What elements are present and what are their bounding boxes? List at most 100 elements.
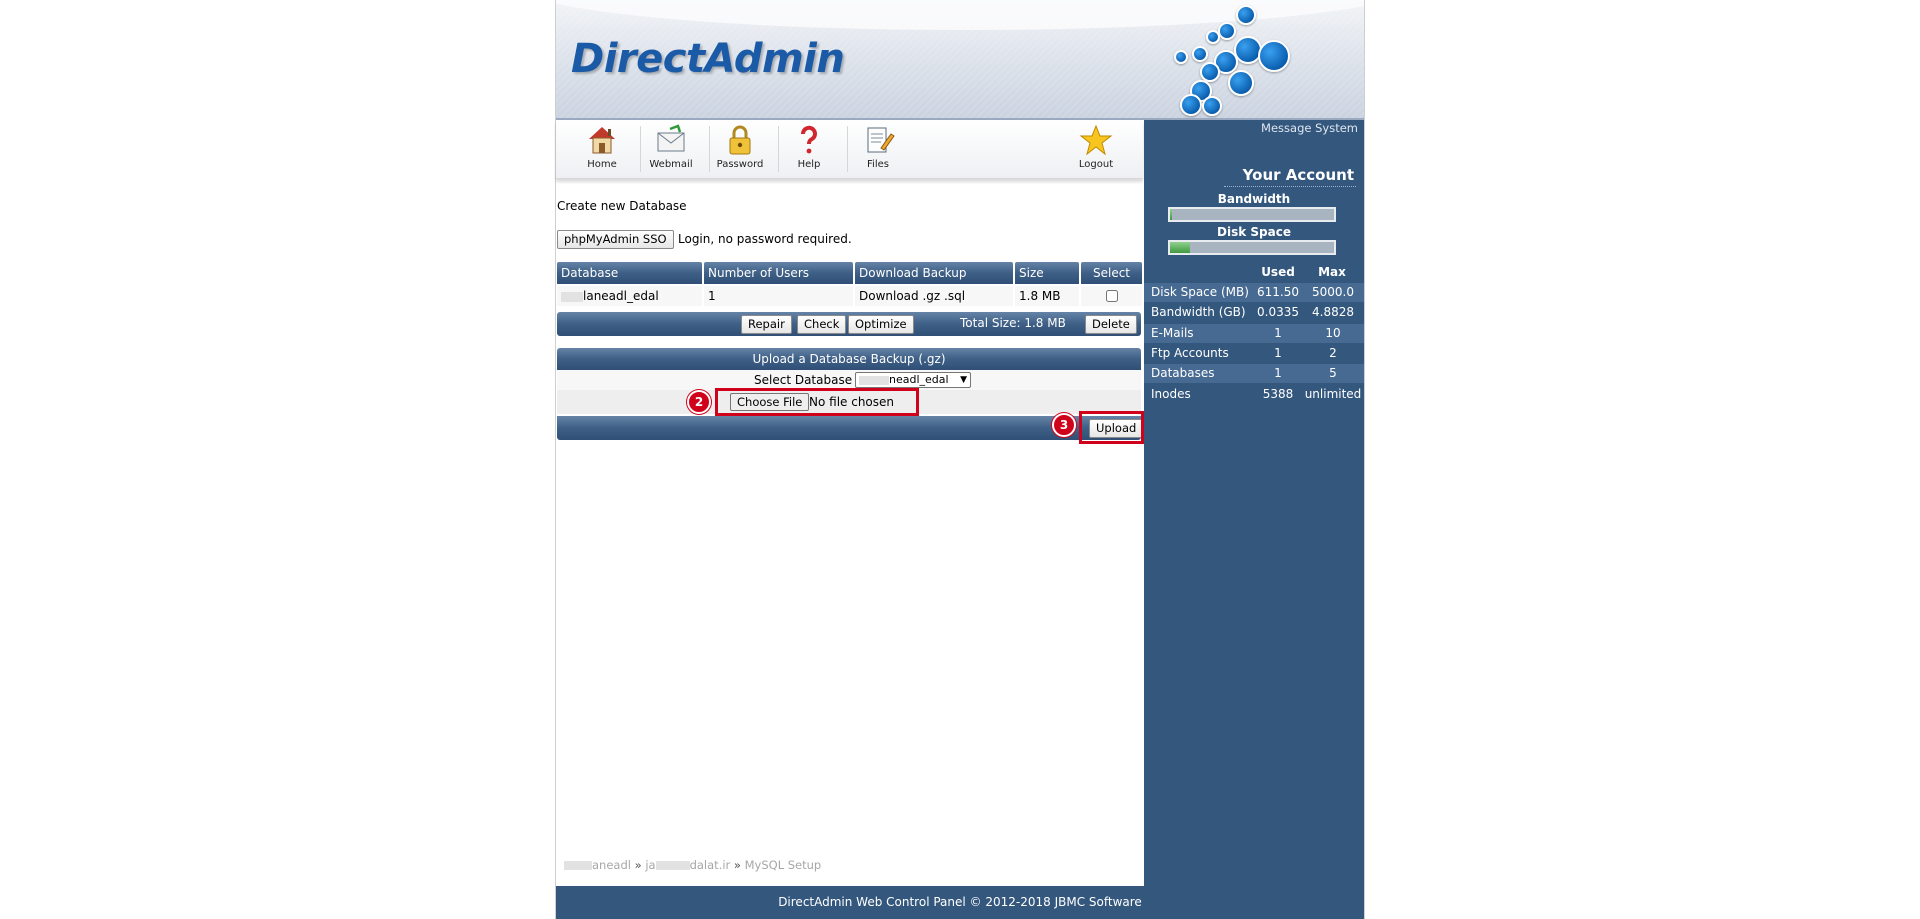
toolbar-webmail-label: Webmail [649, 159, 693, 170]
toolbar-password-label: Password [716, 159, 764, 170]
col-header-download: Download Backup [855, 262, 1013, 284]
toolbar-logout[interactable]: Logout [1062, 124, 1130, 176]
disk-space-label: Disk Space [1217, 225, 1291, 239]
stat-used: 611.50 [1257, 285, 1299, 299]
toolbar-logout-label: Logout [1078, 159, 1114, 170]
users-count: 1 [704, 286, 853, 306]
select-checkbox[interactable] [1105, 290, 1118, 302]
annotation-box-upload [1079, 411, 1144, 444]
redacted-mark [655, 861, 690, 870]
toolbar-files-label: Files [867, 159, 889, 170]
stat-used: 0.0335 [1257, 305, 1299, 320]
col-header-select: Select [1081, 262, 1142, 284]
stats-row: E-Mails 1 10 [1144, 323, 1364, 343]
page-wrapper: DirectAdmin Home Webmail Password Help F… [555, 0, 1365, 919]
stat-name: Databases [1151, 366, 1215, 381]
total-size: Total Size: 1.8 MB [960, 316, 1066, 330]
footer: DirectAdmin Web Control Panel © 2012-201… [556, 886, 1364, 919]
breadcrumb: aneadl » ja dalat.ir » MySQL Setup [564, 858, 821, 872]
stat-used: 1 [1274, 325, 1282, 340]
sidebar: Message System Your Account Bandwidth Di… [1144, 120, 1364, 886]
check-button[interactable]: Check [797, 315, 847, 334]
step-badge-3: 3 [1052, 413, 1076, 437]
toolbar-home-label: Home [587, 159, 617, 170]
toolbar-help-label: Help [797, 159, 821, 170]
stat-max: 10 [1325, 325, 1341, 340]
stats-row: Ftp Accounts 1 2 [1144, 343, 1364, 363]
divider [1224, 186, 1356, 187]
redacted-mark [859, 375, 889, 385]
stat-name: Disk Space (MB) [1151, 285, 1249, 299]
download-cell: Download .gz .sql [855, 286, 1013, 306]
stat-name: E-Mails [1151, 325, 1194, 340]
disk-space-gauge [1168, 240, 1336, 255]
stat-max: 5 [1329, 366, 1337, 381]
sso-note: Login, no password required. [678, 232, 852, 246]
col-max: Max [1318, 265, 1346, 279]
stat-max: unlimited [1304, 386, 1362, 401]
database-select[interactable]: neadl_edal ▼ [855, 372, 971, 388]
col-header-users: Number of Users [704, 262, 853, 284]
optimize-button[interactable]: Optimize [848, 315, 914, 334]
message-system-link[interactable]: Message System [1261, 121, 1358, 135]
chevron-down-icon: ▼ [960, 375, 967, 385]
size-value: 1.8 MB [1015, 286, 1079, 306]
breadcrumb-user[interactable]: aneadl [592, 858, 631, 872]
select-db-row: Select Database neadl_edal ▼ [557, 370, 1141, 390]
col-header-database: Database [557, 262, 702, 284]
toolbar-password[interactable]: Password [706, 124, 774, 176]
stat-max: 5000.0 [1312, 285, 1354, 299]
bandwidth-gauge-fill [1170, 209, 1172, 220]
delete-button[interactable]: Delete [1085, 315, 1137, 334]
stat-max: 2 [1329, 345, 1337, 360]
toolbar-help[interactable]: Help [775, 124, 843, 176]
download-gz-link[interactable]: Download .gz [859, 289, 940, 303]
actions-bar: Repair Check Optimize Total Size: 1.8 MB… [557, 312, 1141, 336]
lock-icon [723, 124, 757, 156]
toolbar-home[interactable]: Home [568, 124, 636, 176]
upload-title: Upload a Database Backup (.gz) [557, 348, 1141, 370]
toolbar-files[interactable]: Files [844, 124, 912, 176]
stat-used: 1 [1274, 345, 1282, 360]
stat-max: 4.8828 [1312, 305, 1354, 320]
stat-name: Ftp Accounts [1151, 345, 1229, 360]
bandwidth-label: Bandwidth [1217, 192, 1291, 206]
breadcrumb-separator: » [733, 858, 741, 872]
header: DirectAdmin [556, 0, 1364, 120]
stats-header: Used Max [1144, 263, 1364, 282]
breadcrumb-page[interactable]: MySQL Setup [745, 858, 822, 872]
selected-db-value: neadl_edal [889, 373, 949, 386]
stat-name: Inodes [1151, 386, 1191, 401]
bubbles-decoration [1166, 0, 1364, 118]
toolbar-webmail[interactable]: Webmail [637, 124, 705, 176]
phpmyadmin-sso-button[interactable]: phpMyAdmin SSO [557, 230, 674, 249]
stats-row: Databases 1 5 [1144, 364, 1364, 384]
database-cell: laneadl_edal [557, 286, 702, 306]
stats-row: Inodes 5388 unlimited [1144, 384, 1364, 404]
help-icon [792, 124, 826, 156]
stat-used: 5388 [1262, 386, 1294, 401]
redacted-mark [561, 291, 583, 302]
stat-used: 1 [1274, 366, 1282, 381]
breadcrumb-domain[interactable]: ja dalat.ir [645, 858, 730, 872]
download-sql-link[interactable]: .sql [944, 289, 965, 303]
webmail-icon [654, 124, 688, 156]
bandwidth-gauge [1168, 207, 1336, 222]
files-icon [861, 124, 895, 156]
repair-button[interactable]: Repair [741, 315, 792, 334]
your-account-title: Your Account [1242, 166, 1354, 184]
toolbar: Home Webmail Password Help Files Logout [556, 120, 1143, 179]
stats-row: Disk Space (MB) 611.50 5000.0 [1144, 283, 1364, 302]
col-header-size: Size [1015, 262, 1079, 284]
col-used: Used [1261, 265, 1295, 279]
main-panel: Home Webmail Password Help Files Logout … [556, 120, 1144, 886]
database-name-link[interactable]: laneadl_edal [583, 289, 659, 303]
directadmin-logo[interactable]: DirectAdmin [571, 36, 845, 82]
breadcrumb-separator: » [634, 858, 642, 872]
logout-star-icon [1079, 124, 1113, 156]
stat-name: Bandwidth (GB) [1151, 305, 1246, 320]
select-cell [1081, 286, 1142, 306]
stats-row: Bandwidth (GB) 0.0335 4.8828 [1144, 303, 1364, 323]
create-database-link[interactable]: Create new Database [557, 199, 687, 213]
redacted-mark [564, 861, 592, 870]
